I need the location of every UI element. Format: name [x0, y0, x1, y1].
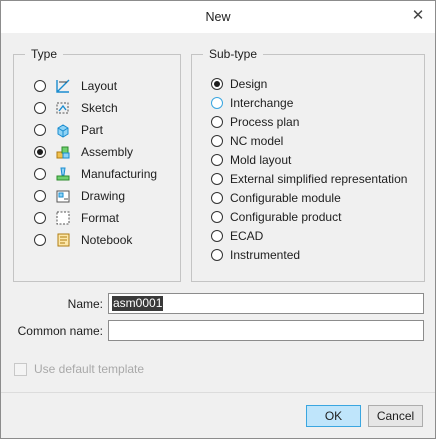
subtype-legend: Sub-type — [203, 47, 264, 61]
type-label: Sketch — [81, 101, 118, 115]
type-option-part[interactable]: Part — [34, 122, 103, 138]
type-option-assembly[interactable]: Assembly — [34, 144, 133, 160]
radio-button[interactable] — [34, 102, 46, 114]
radio-button[interactable] — [211, 116, 223, 128]
type-label: Format — [81, 211, 120, 225]
subtype-option-instrumented[interactable]: Instrumented — [211, 247, 300, 263]
type-option-manufacturing[interactable]: Manufacturing — [34, 166, 157, 182]
radio-button[interactable] — [211, 211, 223, 223]
type-label: Notebook — [81, 233, 133, 247]
title-bar[interactable]: New ✕ — [1, 1, 435, 33]
ok-button[interactable]: OK — [306, 405, 361, 427]
type-label: Manufacturing — [81, 167, 158, 181]
type-option-sketch[interactable]: Sketch — [34, 100, 118, 116]
assembly-icon — [56, 146, 70, 159]
common-name-field[interactable] — [108, 320, 424, 341]
radio-button[interactable] — [211, 173, 223, 185]
radio-button[interactable] — [34, 190, 46, 202]
subtype-option-mold-layout[interactable]: Mold layout — [211, 152, 291, 168]
subtype-option-configurable-product[interactable]: Configurable product — [211, 209, 341, 225]
subtype-option-external-simplified[interactable]: External simplified representation — [211, 171, 407, 187]
radio-button[interactable] — [211, 249, 223, 261]
subtype-group: Sub-type Design Interchange Process plan… — [191, 47, 425, 282]
close-icon[interactable]: ✕ — [410, 8, 426, 24]
notebook-icon — [57, 233, 70, 247]
subtype-label: Process plan — [230, 115, 300, 129]
name-field-value: asm0001 — [112, 296, 164, 311]
manufacturing-icon — [56, 167, 70, 181]
subtype-label: Configurable product — [230, 210, 342, 224]
name-label: Name: — [67, 297, 103, 311]
common-name-label: Common name: — [17, 324, 103, 338]
subtype-option-configurable-module[interactable]: Configurable module — [211, 190, 341, 206]
subtype-label: Design — [230, 77, 268, 91]
default-template-option[interactable]: Use default template — [14, 362, 144, 376]
radio-button[interactable] — [34, 234, 46, 246]
subtype-label: Instrumented — [230, 248, 301, 262]
type-option-format[interactable]: Format — [34, 210, 119, 226]
dialog-title: New — [205, 10, 231, 24]
type-group: Type Layout Sketch Part Assembly Manufac… — [13, 47, 181, 282]
subtype-label: External simplified representation — [230, 172, 408, 186]
subtype-option-nc-model[interactable]: NC model — [211, 133, 283, 149]
type-legend: Type — [25, 47, 64, 61]
radio-button[interactable] — [211, 154, 223, 166]
subtype-option-process-plan[interactable]: Process plan — [211, 114, 299, 130]
part-icon — [57, 124, 69, 138]
name-field[interactable]: asm0001 — [108, 293, 424, 314]
type-label: Assembly — [81, 145, 134, 159]
default-template-checkbox[interactable] — [14, 362, 27, 376]
type-label: Part — [81, 123, 104, 137]
subtype-option-interchange[interactable]: Interchange — [211, 95, 293, 111]
radio-button[interactable] — [34, 212, 46, 224]
radio-button[interactable] — [211, 230, 223, 242]
sketch-icon — [56, 102, 69, 114]
radio-button-selected[interactable] — [34, 146, 46, 158]
subtype-option-ecad[interactable]: ECAD — [211, 228, 263, 244]
footer-divider — [1, 392, 435, 393]
type-label: Layout — [81, 79, 118, 93]
type-option-layout[interactable]: Layout — [34, 78, 117, 94]
subtype-label: Configurable module — [230, 191, 341, 205]
radio-button[interactable] — [34, 124, 46, 136]
radio-button[interactable] — [211, 135, 223, 147]
layout-icon — [56, 79, 70, 93]
subtype-label: Interchange — [230, 96, 294, 110]
format-icon — [56, 211, 70, 225]
radio-button[interactable] — [34, 168, 46, 180]
subtype-label: NC model — [230, 134, 284, 148]
default-template-label: Use default template — [34, 362, 145, 376]
radio-button-selected[interactable] — [211, 78, 223, 90]
radio-button[interactable] — [211, 97, 223, 109]
radio-button[interactable] — [34, 80, 46, 92]
drawing-icon — [56, 190, 70, 203]
type-option-notebook[interactable]: Notebook — [34, 232, 132, 248]
radio-button[interactable] — [211, 192, 223, 204]
type-option-drawing[interactable]: Drawing — [34, 188, 125, 204]
subtype-option-design[interactable]: Design — [211, 76, 267, 92]
new-dialog: New ✕ Type Layout Sketch Part Assembly M… — [0, 0, 436, 439]
subtype-label: ECAD — [230, 229, 264, 243]
type-label: Drawing — [81, 189, 126, 203]
subtype-label: Mold layout — [230, 153, 292, 167]
cancel-button[interactable]: Cancel — [368, 405, 423, 427]
